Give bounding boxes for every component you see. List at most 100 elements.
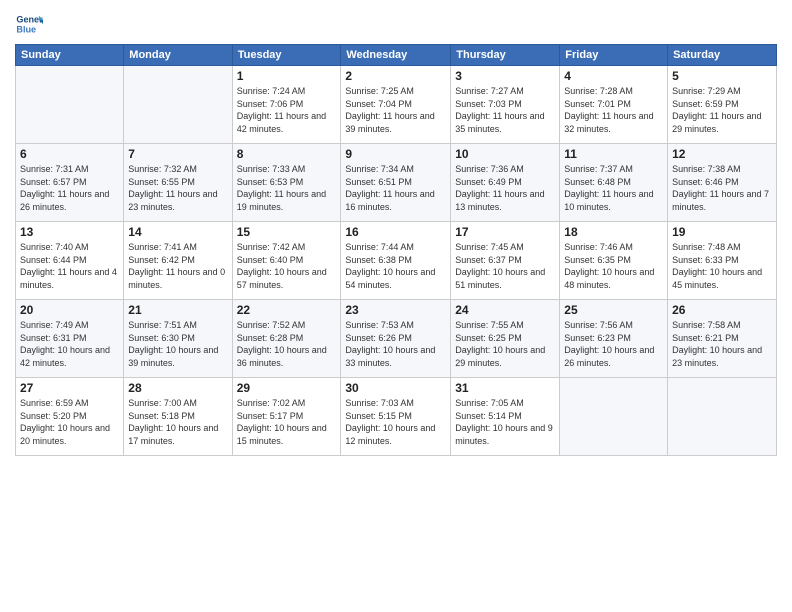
- calendar-cell: 30 Sunrise: 7:03 AM Sunset: 5:15 PM Dayli…: [341, 378, 451, 456]
- calendar-cell: 22Sunrise: 7:52 AM Sunset: 6:28 PM Dayli…: [232, 300, 341, 378]
- calendar-cell: 6 Sunrise: 7:31 AM Sunset: 6:57 PM Daylig…: [16, 144, 124, 222]
- day-number: 23: [345, 303, 446, 317]
- day-number: 10: [455, 147, 555, 161]
- calendar-cell: [124, 66, 232, 144]
- calendar-cell: 15 Sunrise: 7:42 AM Sunset: 6:40 PM Dayli…: [232, 222, 341, 300]
- calendar-cell: 26Sunrise: 7:58 AM Sunset: 6:21 PM Dayli…: [668, 300, 777, 378]
- day-number: 5: [672, 69, 772, 83]
- day-number: 27: [20, 381, 119, 395]
- day-info: Sunrise: 7:45 AM Sunset: 6:37 PM Dayligh…: [455, 241, 555, 291]
- calendar-cell: 17Sunrise: 7:45 AM Sunset: 6:37 PM Dayli…: [451, 222, 560, 300]
- day-info: Sunrise: 7:38 AM Sunset: 6:46 PM Dayligh…: [672, 163, 772, 213]
- calendar-cell: 12 Sunrise: 7:38 AM Sunset: 6:46 PM Dayli…: [668, 144, 777, 222]
- day-info: Sunrise: 7:46 AM Sunset: 6:35 PM Dayligh…: [564, 241, 663, 291]
- day-info: Sunrise: 7:34 AM Sunset: 6:51 PM Dayligh…: [345, 163, 446, 213]
- calendar-cell: 19 Sunrise: 7:48 AM Sunset: 6:33 PM Dayli…: [668, 222, 777, 300]
- calendar-cell: 28Sunrise: 7:00 AM Sunset: 5:18 PM Dayli…: [124, 378, 232, 456]
- day-number: 21: [128, 303, 227, 317]
- calendar-cell: 14Sunrise: 7:41 AM Sunset: 6:42 PM Dayli…: [124, 222, 232, 300]
- day-info: Sunrise: 7:33 AM Sunset: 6:53 PM Dayligh…: [237, 163, 337, 213]
- calendar-cell: 8Sunrise: 7:33 AM Sunset: 6:53 PM Daylig…: [232, 144, 341, 222]
- day-number: 29: [237, 381, 337, 395]
- day-info: Sunrise: 7:41 AM Sunset: 6:42 PM Dayligh…: [128, 241, 227, 291]
- day-number: 11: [564, 147, 663, 161]
- day-info: Sunrise: 7:03 AM Sunset: 5:15 PM Dayligh…: [345, 397, 446, 447]
- calendar-cell: [560, 378, 668, 456]
- weekday-header-wednesday: Wednesday: [341, 45, 451, 66]
- calendar-week-2: 6 Sunrise: 7:31 AM Sunset: 6:57 PM Daylig…: [16, 144, 777, 222]
- day-info: Sunrise: 7:32 AM Sunset: 6:55 PM Dayligh…: [128, 163, 227, 213]
- calendar-cell: 11 Sunrise: 7:37 AM Sunset: 6:48 PM Dayli…: [560, 144, 668, 222]
- day-info: Sunrise: 7:53 AM Sunset: 6:26 PM Dayligh…: [345, 319, 446, 369]
- day-number: 16: [345, 225, 446, 239]
- day-number: 2: [345, 69, 446, 83]
- calendar-cell: 23 Sunrise: 7:53 AM Sunset: 6:26 PM Dayli…: [341, 300, 451, 378]
- day-info: Sunrise: 7:58 AM Sunset: 6:21 PM Dayligh…: [672, 319, 772, 369]
- calendar-cell: 27Sunrise: 6:59 AM Sunset: 5:20 PM Dayli…: [16, 378, 124, 456]
- day-number: 3: [455, 69, 555, 83]
- calendar-cell: 24 Sunrise: 7:55 AM Sunset: 6:25 PM Dayli…: [451, 300, 560, 378]
- day-number: 12: [672, 147, 772, 161]
- day-info: Sunrise: 7:28 AM Sunset: 7:01 PM Dayligh…: [564, 85, 663, 135]
- day-number: 18: [564, 225, 663, 239]
- day-number: 19: [672, 225, 772, 239]
- weekday-header-friday: Friday: [560, 45, 668, 66]
- calendar-cell: 21 Sunrise: 7:51 AM Sunset: 6:30 PM Dayli…: [124, 300, 232, 378]
- logo: General Blue: [15, 10, 43, 38]
- header-row: General Blue: [15, 10, 777, 38]
- day-info: Sunrise: 7:40 AM Sunset: 6:44 PM Dayligh…: [20, 241, 119, 291]
- day-number: 6: [20, 147, 119, 161]
- day-number: 30: [345, 381, 446, 395]
- calendar-week-5: 27Sunrise: 6:59 AM Sunset: 5:20 PM Dayli…: [16, 378, 777, 456]
- calendar-week-3: 13Sunrise: 7:40 AM Sunset: 6:44 PM Dayli…: [16, 222, 777, 300]
- calendar-week-4: 20 Sunrise: 7:49 AM Sunset: 6:31 PM Dayli…: [16, 300, 777, 378]
- day-info: Sunrise: 7:02 AM Sunset: 5:17 PM Dayligh…: [237, 397, 337, 447]
- day-number: 4: [564, 69, 663, 83]
- calendar-cell: 31 Sunrise: 7:05 AM Sunset: 5:14 PM Dayli…: [451, 378, 560, 456]
- day-number: 20: [20, 303, 119, 317]
- day-number: 24: [455, 303, 555, 317]
- calendar-cell: 1Sunrise: 7:24 AM Sunset: 7:06 PM Daylig…: [232, 66, 341, 144]
- day-info: Sunrise: 7:36 AM Sunset: 6:49 PM Dayligh…: [455, 163, 555, 213]
- weekday-header-thursday: Thursday: [451, 45, 560, 66]
- calendar-cell: 20 Sunrise: 7:49 AM Sunset: 6:31 PM Dayli…: [16, 300, 124, 378]
- calendar-cell: 2 Sunrise: 7:25 AM Sunset: 7:04 PM Daylig…: [341, 66, 451, 144]
- calendar-cell: [668, 378, 777, 456]
- day-info: Sunrise: 7:27 AM Sunset: 7:03 PM Dayligh…: [455, 85, 555, 135]
- calendar-table: SundayMondayTuesdayWednesdayThursdayFrid…: [15, 44, 777, 456]
- calendar-cell: 5 Sunrise: 7:29 AM Sunset: 6:59 PM Daylig…: [668, 66, 777, 144]
- day-number: 9: [345, 147, 446, 161]
- calendar-cell: 3 Sunrise: 7:27 AM Sunset: 7:03 PM Daylig…: [451, 66, 560, 144]
- calendar-cell: 7 Sunrise: 7:32 AM Sunset: 6:55 PM Daylig…: [124, 144, 232, 222]
- logo-icon: General Blue: [15, 10, 43, 38]
- day-number: 15: [237, 225, 337, 239]
- svg-text:Blue: Blue: [16, 24, 36, 34]
- calendar-cell: 16 Sunrise: 7:44 AM Sunset: 6:38 PM Dayli…: [341, 222, 451, 300]
- calendar-cell: [16, 66, 124, 144]
- day-info: Sunrise: 7:05 AM Sunset: 5:14 PM Dayligh…: [455, 397, 555, 447]
- day-info: Sunrise: 7:37 AM Sunset: 6:48 PM Dayligh…: [564, 163, 663, 213]
- calendar-cell: 25Sunrise: 7:56 AM Sunset: 6:23 PM Dayli…: [560, 300, 668, 378]
- day-info: Sunrise: 7:49 AM Sunset: 6:31 PM Dayligh…: [20, 319, 119, 369]
- day-info: Sunrise: 7:24 AM Sunset: 7:06 PM Dayligh…: [237, 85, 337, 135]
- weekday-header-sunday: Sunday: [16, 45, 124, 66]
- calendar-cell: 10 Sunrise: 7:36 AM Sunset: 6:49 PM Dayli…: [451, 144, 560, 222]
- day-info: Sunrise: 7:51 AM Sunset: 6:30 PM Dayligh…: [128, 319, 227, 369]
- weekday-header-monday: Monday: [124, 45, 232, 66]
- calendar-cell: 13Sunrise: 7:40 AM Sunset: 6:44 PM Dayli…: [16, 222, 124, 300]
- day-info: Sunrise: 7:29 AM Sunset: 6:59 PM Dayligh…: [672, 85, 772, 135]
- day-number: 7: [128, 147, 227, 161]
- day-number: 28: [128, 381, 227, 395]
- day-info: Sunrise: 7:31 AM Sunset: 6:57 PM Dayligh…: [20, 163, 119, 213]
- calendar-cell: 29 Sunrise: 7:02 AM Sunset: 5:17 PM Dayli…: [232, 378, 341, 456]
- header-row-days: SundayMondayTuesdayWednesdayThursdayFrid…: [16, 45, 777, 66]
- page-container: General Blue SundayMondayTuesdayWednesda…: [0, 0, 792, 461]
- day-info: Sunrise: 7:44 AM Sunset: 6:38 PM Dayligh…: [345, 241, 446, 291]
- day-info: Sunrise: 7:56 AM Sunset: 6:23 PM Dayligh…: [564, 319, 663, 369]
- day-info: Sunrise: 7:55 AM Sunset: 6:25 PM Dayligh…: [455, 319, 555, 369]
- calendar-week-1: 1Sunrise: 7:24 AM Sunset: 7:06 PM Daylig…: [16, 66, 777, 144]
- day-info: Sunrise: 7:42 AM Sunset: 6:40 PM Dayligh…: [237, 241, 337, 291]
- day-info: Sunrise: 7:25 AM Sunset: 7:04 PM Dayligh…: [345, 85, 446, 135]
- day-info: Sunrise: 7:48 AM Sunset: 6:33 PM Dayligh…: [672, 241, 772, 291]
- day-number: 31: [455, 381, 555, 395]
